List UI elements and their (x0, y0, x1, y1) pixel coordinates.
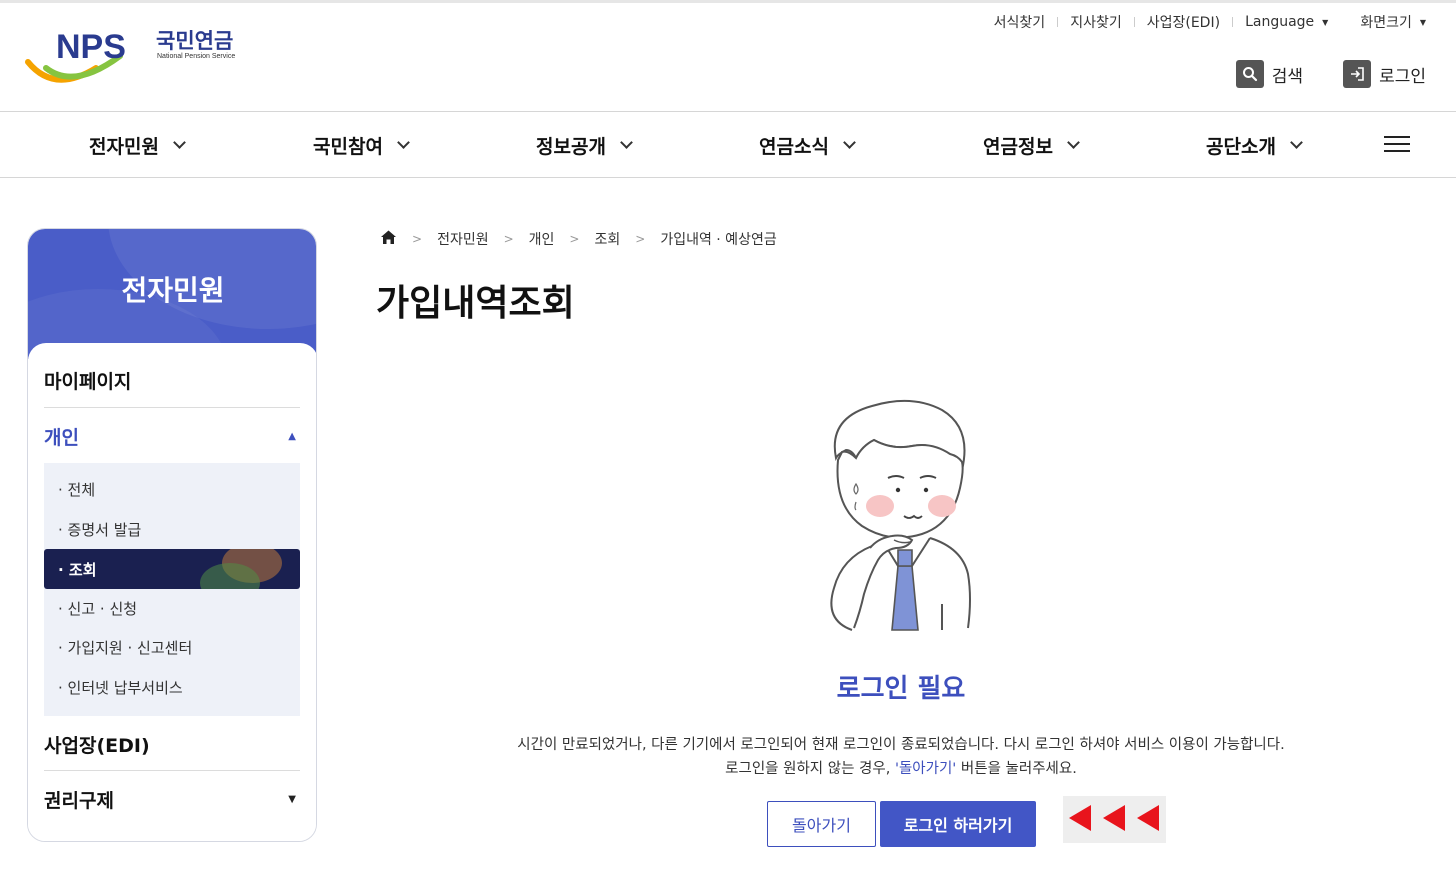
chevron-right-icon: > (635, 232, 646, 246)
utility-divider (1057, 17, 1059, 27)
utility-link-branches[interactable]: 지사찾기 (1070, 12, 1122, 32)
notice-title-wrap: 로그인 필요 (0, 668, 1456, 705)
go-login-button[interactable]: 로그인 하러가기 (880, 801, 1036, 847)
logo-text-en: NPS (56, 28, 126, 66)
sidebar-item-personal[interactable]: 개인 ▲ (44, 423, 300, 450)
chevron-right-icon: > (503, 232, 514, 246)
submenu-item-certificates[interactable]: · 증명서 발급 (44, 509, 300, 549)
divider (44, 407, 300, 408)
arrow-left-icon (1137, 805, 1159, 831)
search-label: 검색 (1271, 66, 1304, 87)
side-navigation: 전자민원 마이페이지 개인 ▲ · 전체 · 증명서 발급 · 조회 · 신고 ·… (27, 228, 317, 842)
back-button[interactable]: 돌아가기 (767, 801, 876, 847)
arrow-left-icon (1069, 805, 1091, 831)
breadcrumb-item[interactable]: 개인 (529, 229, 555, 249)
notice-title: 로그인 필요 (836, 674, 966, 704)
hamburger-menu-icon[interactable] (1384, 136, 1410, 156)
gnb-item-news[interactable]: 연금소식 (759, 112, 856, 178)
chevron-down-icon (1290, 136, 1303, 149)
logo-subtitle: National Pension Service (157, 53, 235, 60)
sidebar-body: 마이페이지 개인 ▲ · 전체 · 증명서 발급 · 조회 · 신고 · 신청 ·… (28, 343, 316, 841)
submenu-item-support-center[interactable]: · 가입지원 · 신고센터 (44, 627, 300, 667)
logo-text-ko: 국민연금 (156, 29, 233, 53)
login-icon (1343, 60, 1372, 88)
gnb-item-about[interactable]: 공단소개 (1206, 112, 1303, 178)
submenu-item-report[interactable]: · 신고 · 신청 (44, 588, 300, 628)
language-dropdown[interactable]: Language ▼ (1245, 14, 1328, 30)
global-navigation: 전자민원 국민참여 정보공개 연금소식 연금정보 공단소개 (0, 111, 1456, 178)
gnb-item-pension-info[interactable]: 연금정보 (983, 112, 1080, 178)
nps-logo[interactable]: NPS 국민연금 National Pension Service (24, 24, 254, 88)
caret-down-icon: ▼ (1322, 17, 1329, 27)
login-button[interactable]: 로그인 (1343, 60, 1426, 88)
red-arrows-annotation (1063, 796, 1166, 843)
home-icon[interactable] (380, 229, 397, 249)
utility-divider (1232, 17, 1234, 27)
header-actions: 검색 로그인 (1235, 60, 1426, 88)
caret-down-icon: ▼ (1419, 17, 1426, 27)
sidebar-item-remedy[interactable]: 권리구제 ▼ (44, 786, 300, 813)
chevron-down-icon (843, 136, 856, 149)
gnb-item-participation[interactable]: 국민참여 (313, 112, 410, 178)
gnb-item-disclosure[interactable]: 정보공개 (536, 112, 633, 178)
gnb-item-e-service[interactable]: 전자민원 (89, 112, 186, 178)
login-label: 로그인 (1379, 66, 1426, 87)
notice-message-line2: 로그인을 원하지 않는 경우, '돌아가기' 버튼을 눌러주세요. (725, 761, 1077, 777)
sidebar-item-mypage[interactable]: 마이페이지 (44, 367, 300, 394)
chevron-down-icon (173, 136, 186, 149)
chevron-down-icon (620, 136, 633, 149)
back-hint: '돌아가기' (894, 761, 957, 777)
page-title: 가입내역조회 (376, 283, 575, 324)
top-border (0, 0, 1456, 3)
breadcrumb-current: 가입내역 · 예상연금 (660, 232, 777, 248)
sidebar-title: 전자민원 (121, 274, 225, 307)
submenu-item-inquiry[interactable]: · 조회 (44, 549, 300, 589)
utility-menu: 서식찾기 지사찾기 사업장(EDI) Language ▼ 화면크기 ▼ (994, 12, 1426, 32)
utility-divider (1133, 17, 1135, 27)
utility-link-forms[interactable]: 서식찾기 (994, 12, 1046, 32)
search-button[interactable]: 검색 (1235, 60, 1304, 88)
breadcrumb-item[interactable]: 전자민원 (437, 229, 489, 249)
caret-up-icon: ▲ (288, 431, 296, 442)
caret-down-icon: ▼ (288, 794, 296, 805)
arrow-left-icon (1103, 805, 1125, 831)
submenu-item-all[interactable]: · 전체 (44, 469, 300, 509)
divider (44, 770, 300, 771)
search-icon (1235, 60, 1264, 88)
utility-link-edi[interactable]: 사업장(EDI) (1147, 12, 1220, 32)
sidebar-item-edi[interactable]: 사업장(EDI) (44, 731, 300, 758)
breadcrumb-item[interactable]: 조회 (594, 229, 620, 249)
notice-message-line1: 시간이 만료되었거나, 다른 기기에서 로그인되어 현재 로그인이 종료되었습니… (517, 737, 1285, 753)
chevron-down-icon (1067, 136, 1080, 149)
font-size-dropdown[interactable]: 화면크기 ▼ (1360, 12, 1426, 32)
utility-spacer (1340, 17, 1348, 27)
breadcrumb: > 전자민원 > 개인 > 조회 > 가입내역 · 예상연금 (380, 229, 777, 249)
thinking-person-illustration (812, 398, 988, 636)
chevron-right-icon: > (412, 232, 423, 246)
sidebar-header: 전자민원 (28, 229, 316, 359)
chevron-down-icon (397, 136, 410, 149)
chevron-right-icon: > (569, 232, 580, 246)
